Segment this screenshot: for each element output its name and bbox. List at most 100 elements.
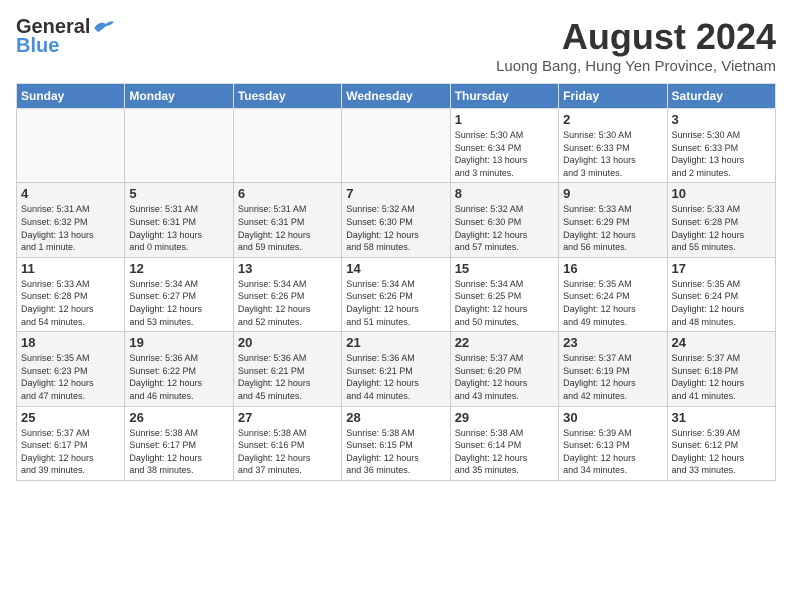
calendar-day-23: 23Sunrise: 5:37 AM Sunset: 6:19 PM Dayli…: [559, 332, 667, 406]
day-number: 20: [238, 335, 337, 350]
day-info: Sunrise: 5:39 AM Sunset: 6:12 PM Dayligh…: [672, 427, 771, 477]
calendar-day-7: 7 Sunrise: 5:32 AM Sunset: 6:30 PM Daylig…: [342, 183, 450, 257]
day-info: Sunrise: 5:38 AM Sunset: 6:14 PM Dayligh…: [455, 427, 554, 477]
day-number: 6: [238, 186, 337, 201]
calendar-day-20: 20Sunrise: 5:36 AM Sunset: 6:21 PM Dayli…: [233, 332, 341, 406]
day-info: Sunrise: 5:30 AM Sunset: 6:33 PM Dayligh…: [563, 129, 662, 179]
day-info: Sunrise: 5:33 AM Sunset: 6:28 PM Dayligh…: [21, 278, 120, 328]
day-number: 2: [563, 112, 662, 127]
day-number: 4: [21, 186, 120, 201]
calendar-day-14: 14Sunrise: 5:34 AM Sunset: 6:26 PM Dayli…: [342, 257, 450, 331]
calendar-day-27: 27 Sunrise: 5:38 AM Sunset: 6:16 PM Dayli…: [233, 406, 341, 480]
calendar-table: SundayMondayTuesdayWednesdayThursdayFrid…: [16, 83, 776, 481]
logo-bird-icon: [92, 18, 116, 38]
day-number: 21: [346, 335, 445, 350]
calendar-day-16: 16 Sunrise: 5:35 AM Sunset: 6:24 PM Dayli…: [559, 257, 667, 331]
calendar-day-13: 13 Sunrise: 5:34 AM Sunset: 6:26 PM Dayli…: [233, 257, 341, 331]
day-info: Sunrise: 5:34 AM Sunset: 6:25 PM Dayligh…: [455, 278, 554, 328]
weekday-header-sunday: Sunday: [17, 84, 125, 109]
calendar-day-11: 11 Sunrise: 5:33 AM Sunset: 6:28 PM Dayli…: [17, 257, 125, 331]
day-number: 29: [455, 410, 554, 425]
day-number: 9: [563, 186, 662, 201]
day-info: Sunrise: 5:35 AM Sunset: 6:23 PM Dayligh…: [21, 352, 120, 402]
calendar-header-row: SundayMondayTuesdayWednesdayThursdayFrid…: [17, 84, 776, 109]
calendar-day-9: 9 Sunrise: 5:33 AM Sunset: 6:29 PM Daylig…: [559, 183, 667, 257]
day-info: Sunrise: 5:31 AM Sunset: 6:31 PM Dayligh…: [129, 203, 228, 253]
month-year-title: August 2024: [496, 16, 776, 58]
calendar-day-15: 15Sunrise: 5:34 AM Sunset: 6:25 PM Dayli…: [450, 257, 558, 331]
day-info: Sunrise: 5:32 AM Sunset: 6:30 PM Dayligh…: [346, 203, 445, 253]
calendar-day-1: 1 Sunrise: 5:30 AM Sunset: 6:34 PM Daylig…: [450, 109, 558, 183]
calendar-week-4: 18 Sunrise: 5:35 AM Sunset: 6:23 PM Dayli…: [17, 332, 776, 406]
day-info: Sunrise: 5:39 AM Sunset: 6:13 PM Dayligh…: [563, 427, 662, 477]
calendar-week-5: 25 Sunrise: 5:37 AM Sunset: 6:17 PM Dayli…: [17, 406, 776, 480]
day-number: 11: [21, 261, 120, 276]
day-info: Sunrise: 5:30 AM Sunset: 6:34 PM Dayligh…: [455, 129, 554, 179]
day-number: 13: [238, 261, 337, 276]
day-info: Sunrise: 5:31 AM Sunset: 6:32 PM Dayligh…: [21, 203, 120, 253]
calendar-day-10: 10 Sunrise: 5:33 AM Sunset: 6:28 PM Dayli…: [667, 183, 775, 257]
day-number: 12: [129, 261, 228, 276]
day-info: Sunrise: 5:34 AM Sunset: 6:26 PM Dayligh…: [238, 278, 337, 328]
day-number: 3: [672, 112, 771, 127]
day-number: 7: [346, 186, 445, 201]
calendar-day-12: 12 Sunrise: 5:34 AM Sunset: 6:27 PM Dayli…: [125, 257, 233, 331]
day-number: 22: [455, 335, 554, 350]
day-info: Sunrise: 5:35 AM Sunset: 6:24 PM Dayligh…: [672, 278, 771, 328]
calendar-day-3: 3 Sunrise: 5:30 AM Sunset: 6:33 PM Daylig…: [667, 109, 775, 183]
calendar-day-17: 17 Sunrise: 5:35 AM Sunset: 6:24 PM Dayli…: [667, 257, 775, 331]
day-info: Sunrise: 5:37 AM Sunset: 6:17 PM Dayligh…: [21, 427, 120, 477]
calendar-day-29: 29 Sunrise: 5:38 AM Sunset: 6:14 PM Dayli…: [450, 406, 558, 480]
day-number: 16: [563, 261, 662, 276]
day-info: Sunrise: 5:38 AM Sunset: 6:15 PM Dayligh…: [346, 427, 445, 477]
calendar-day-22: 22Sunrise: 5:37 AM Sunset: 6:20 PM Dayli…: [450, 332, 558, 406]
day-info: Sunrise: 5:31 AM Sunset: 6:31 PM Dayligh…: [238, 203, 337, 253]
day-number: 19: [129, 335, 228, 350]
weekday-header-friday: Friday: [559, 84, 667, 109]
day-info: Sunrise: 5:33 AM Sunset: 6:29 PM Dayligh…: [563, 203, 662, 253]
weekday-header-thursday: Thursday: [450, 84, 558, 109]
day-number: 10: [672, 186, 771, 201]
day-number: 5: [129, 186, 228, 201]
calendar-day-24: 24 Sunrise: 5:37 AM Sunset: 6:18 PM Dayli…: [667, 332, 775, 406]
day-info: Sunrise: 5:34 AM Sunset: 6:27 PM Dayligh…: [129, 278, 228, 328]
calendar-day-5: 5 Sunrise: 5:31 AM Sunset: 6:31 PM Daylig…: [125, 183, 233, 257]
header: General Blue August 2024 Luong Bang, Hun…: [16, 16, 776, 75]
day-number: 17: [672, 261, 771, 276]
day-number: 24: [672, 335, 771, 350]
day-number: 1: [455, 112, 554, 127]
day-number: 30: [563, 410, 662, 425]
day-number: 28: [346, 410, 445, 425]
calendar-empty-cell: [17, 109, 125, 183]
day-info: Sunrise: 5:35 AM Sunset: 6:24 PM Dayligh…: [563, 278, 662, 328]
calendar-day-25: 25 Sunrise: 5:37 AM Sunset: 6:17 PM Dayli…: [17, 406, 125, 480]
weekday-header-wednesday: Wednesday: [342, 84, 450, 109]
day-info: Sunrise: 5:37 AM Sunset: 6:19 PM Dayligh…: [563, 352, 662, 402]
calendar-empty-cell: [233, 109, 341, 183]
day-info: Sunrise: 5:38 AM Sunset: 6:17 PM Dayligh…: [129, 427, 228, 477]
day-info: Sunrise: 5:36 AM Sunset: 6:21 PM Dayligh…: [346, 352, 445, 402]
calendar-day-26: 26Sunrise: 5:38 AM Sunset: 6:17 PM Dayli…: [125, 406, 233, 480]
location-subtitle: Luong Bang, Hung Yen Province, Vietnam: [496, 58, 776, 75]
calendar-day-4: 4 Sunrise: 5:31 AM Sunset: 6:32 PM Daylig…: [17, 183, 125, 257]
weekday-header-monday: Monday: [125, 84, 233, 109]
logo: General Blue: [16, 16, 116, 58]
day-info: Sunrise: 5:32 AM Sunset: 6:30 PM Dayligh…: [455, 203, 554, 253]
day-info: Sunrise: 5:33 AM Sunset: 6:28 PM Dayligh…: [672, 203, 771, 253]
calendar-empty-cell: [125, 109, 233, 183]
day-number: 25: [21, 410, 120, 425]
day-number: 14: [346, 261, 445, 276]
day-info: Sunrise: 5:38 AM Sunset: 6:16 PM Dayligh…: [238, 427, 337, 477]
calendar-week-2: 4 Sunrise: 5:31 AM Sunset: 6:32 PM Daylig…: [17, 183, 776, 257]
calendar-week-1: 1 Sunrise: 5:30 AM Sunset: 6:34 PM Daylig…: [17, 109, 776, 183]
title-area: August 2024 Luong Bang, Hung Yen Provinc…: [496, 16, 776, 75]
day-number: 27: [238, 410, 337, 425]
calendar-day-28: 28 Sunrise: 5:38 AM Sunset: 6:15 PM Dayli…: [342, 406, 450, 480]
day-number: 8: [455, 186, 554, 201]
calendar-day-18: 18 Sunrise: 5:35 AM Sunset: 6:23 PM Dayli…: [17, 332, 125, 406]
calendar-empty-cell: [342, 109, 450, 183]
day-info: Sunrise: 5:37 AM Sunset: 6:18 PM Dayligh…: [672, 352, 771, 402]
day-number: 18: [21, 335, 120, 350]
calendar-week-3: 11 Sunrise: 5:33 AM Sunset: 6:28 PM Dayli…: [17, 257, 776, 331]
day-info: Sunrise: 5:30 AM Sunset: 6:33 PM Dayligh…: [672, 129, 771, 179]
